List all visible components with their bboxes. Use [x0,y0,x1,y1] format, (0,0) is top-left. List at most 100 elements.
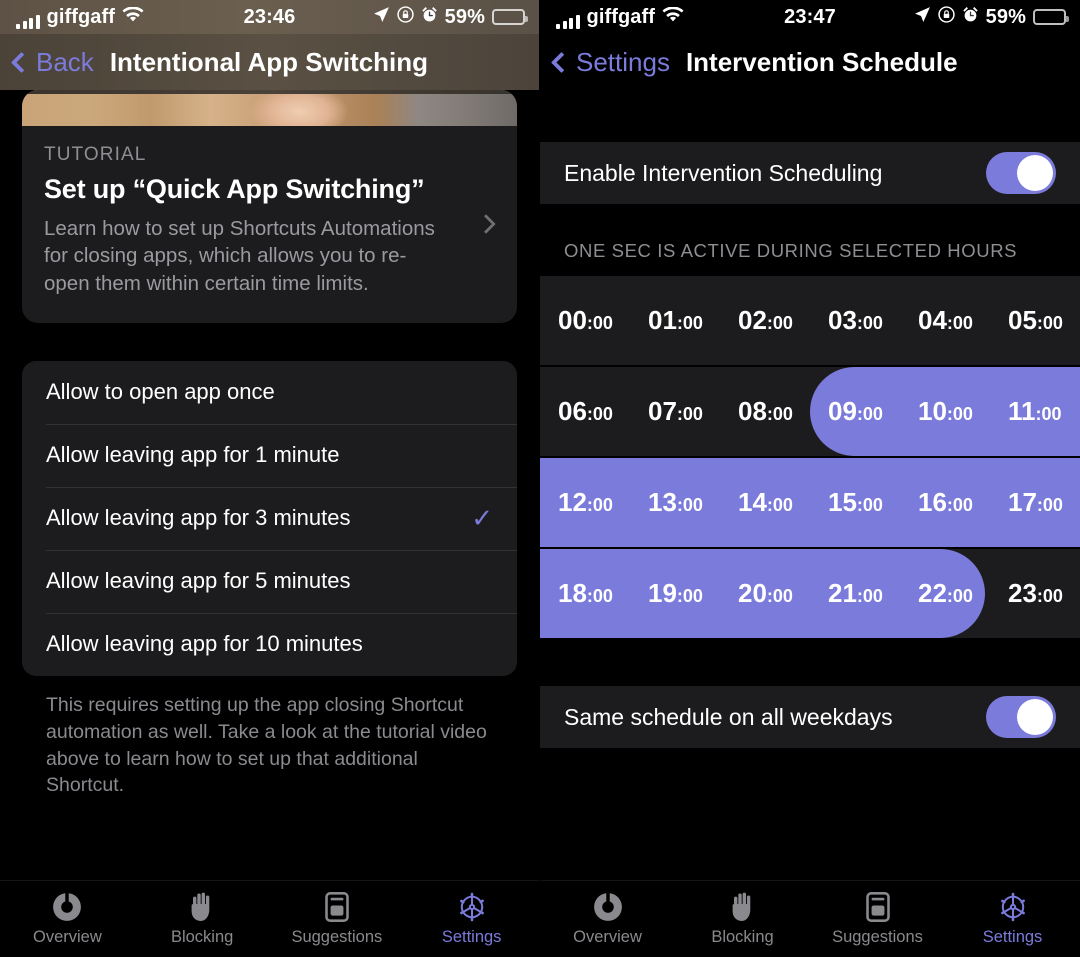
hour-cell-05[interactable]: 05:00 [990,305,1080,336]
minute-value: :00 [676,586,703,606]
tutorial-card[interactable]: TUTORIAL Set up “Quick App Switching” Le… [22,90,517,323]
tutorial-title: Set up “Quick App Switching” [44,174,425,204]
option-label: Allow leaving app for 3 minutes [46,505,351,531]
right-status-bar: giffgaff 23:47 59% [540,0,1080,34]
hour-value: 20 [738,578,767,608]
tab-blocking[interactable]: Blocking [675,881,810,957]
hour-cell-11[interactable]: 11:00 [990,396,1080,427]
hour-cell-08[interactable]: 08:00 [720,396,810,427]
hour-cell-22[interactable]: 22:00 [900,578,990,609]
minute-value: :00 [856,495,883,515]
hour-cell-04[interactable]: 04:00 [900,305,990,336]
hour-cell-07[interactable]: 07:00 [630,396,720,427]
list-item-selected[interactable]: Allow leaving app for 3 minutes ✓ [22,486,517,550]
hand-icon [188,892,216,922]
right-tab-bar: Overview Blocking Suggestions Settings [540,880,1080,957]
enable-intervention-scheduling-row[interactable]: Enable Intervention Scheduling [540,142,1080,204]
minute-value: :00 [856,586,883,606]
tab-settings[interactable]: Settings [945,881,1080,957]
hand-icon [729,892,757,922]
enable-intervention-scheduling-toggle[interactable] [986,152,1056,194]
minute-value: :00 [676,313,703,333]
tab-settings[interactable]: Settings [404,881,539,957]
hour-cell-19[interactable]: 19:00 [630,578,720,609]
hour-value: 06 [558,396,587,426]
back-to-settings-button[interactable]: Settings [550,46,670,78]
hour-value: 07 [648,396,677,426]
tab-blocking[interactable]: Blocking [135,881,270,957]
left-content-scroll[interactable]: TUTORIAL Set up “Quick App Switching” Le… [0,90,539,880]
dual-screenshot-container: giffgaff 23:46 59% Back Intentional App … [0,0,1080,957]
checkmark-icon: ✓ [471,503,493,534]
hour-cell-10[interactable]: 10:00 [900,396,990,427]
hour-cell-12[interactable]: 12:00 [540,487,630,518]
hour-cell-16[interactable]: 16:00 [900,487,990,518]
list-item[interactable]: Allow leaving app for 5 minutes [22,549,517,613]
tutorial-card-body: TUTORIAL Set up “Quick App Switching” Le… [22,126,517,323]
tab-suggestions[interactable]: Suggestions [270,881,405,957]
minute-value: :00 [946,495,973,515]
same-schedule-weekdays-toggle[interactable] [986,696,1056,738]
left-status-bar: giffgaff 23:46 59% [0,0,539,34]
hour-cell-15[interactable]: 15:00 [810,487,900,518]
hour-value: 15 [828,487,857,517]
hour-cell-20[interactable]: 20:00 [720,578,810,609]
hour-grid[interactable]: 00:00 01:00 02:00 03:00 04:00 05:00 06:0… [540,276,1080,638]
hour-cell-23[interactable]: 23:00 [990,578,1080,609]
hour-value: 01 [648,305,677,335]
hour-cell-00[interactable]: 00:00 [540,305,630,336]
toggle-knob [1017,699,1053,735]
tab-label: Suggestions [291,927,383,946]
list-item[interactable]: Allow to open app once [22,361,517,424]
tab-overview[interactable]: Overview [540,881,675,957]
hour-value: 02 [738,305,767,335]
toggle-knob [1017,155,1053,191]
hour-value: 08 [738,396,767,426]
hour-cell-09[interactable]: 09:00 [810,396,900,427]
tab-label: Settings [982,927,1043,946]
status-clock: 23:47 [784,5,836,28]
tab-suggestions[interactable]: Suggestions [810,881,945,957]
options-footnote: This requires setting up the app closing… [46,693,487,797]
hour-cell-02[interactable]: 02:00 [720,305,810,336]
minute-value: :00 [766,586,793,606]
card-icon [325,891,349,922]
setting-label: Same schedule on all weekdays [564,703,893,730]
tab-overview[interactable]: Overview [0,881,135,957]
tab-label: Settings [441,927,502,946]
hour-cell-03[interactable]: 03:00 [810,305,900,336]
back-button-label: Settings [576,46,670,77]
same-schedule-weekdays-row[interactable]: Same schedule on all weekdays [540,686,1080,748]
left-tab-bar: Overview Blocking Suggestions Settings [0,880,539,957]
minute-value: :00 [586,404,613,424]
list-item[interactable]: Allow leaving app for 10 minutes [22,612,517,676]
tab-label: Blocking [711,927,774,946]
tutorial-kicker: TUTORIAL [44,144,147,165]
hour-value: 00 [558,305,587,335]
tutorial-description: Learn how to set up Shortcuts Automation… [44,217,435,295]
hour-cell-01[interactable]: 01:00 [630,305,720,336]
hour-value: 21 [828,578,857,608]
right-phone-screen: giffgaff 23:47 59% Settings Intervention… [540,0,1080,957]
list-item[interactable]: Allow leaving app for 1 minute [22,423,517,487]
option-label: Allow leaving app for 10 minutes [46,631,363,657]
chevron-right-icon [476,214,496,235]
battery-low-power-icon [1033,9,1069,25]
hour-row-2: 12:00 13:00 14:00 15:00 16:00 17:00 [540,458,1080,547]
page-title: Intervention Schedule [685,46,958,77]
hour-cell-21[interactable]: 21:00 [810,578,900,609]
page-title: Intentional App Switching [109,46,429,77]
hour-value: 22 [918,578,947,608]
hour-cell-13[interactable]: 13:00 [630,487,720,518]
hour-cell-14[interactable]: 14:00 [720,487,810,518]
right-content-scroll[interactable]: Enable Intervention Scheduling ONE SEC I… [540,90,1080,880]
option-label: Allow leaving app for 1 minute [46,442,340,468]
hour-cell-06[interactable]: 06:00 [540,396,630,427]
hour-cell-17[interactable]: 17:00 [990,487,1080,518]
hours-section-header: ONE SEC IS ACTIVE DURING SELECTED HOURS [564,240,1018,261]
tutorial-thumbnail-image [22,90,517,126]
hour-cell-18[interactable]: 18:00 [540,578,630,609]
hour-value: 03 [828,305,857,335]
back-button[interactable]: Back [10,47,94,78]
